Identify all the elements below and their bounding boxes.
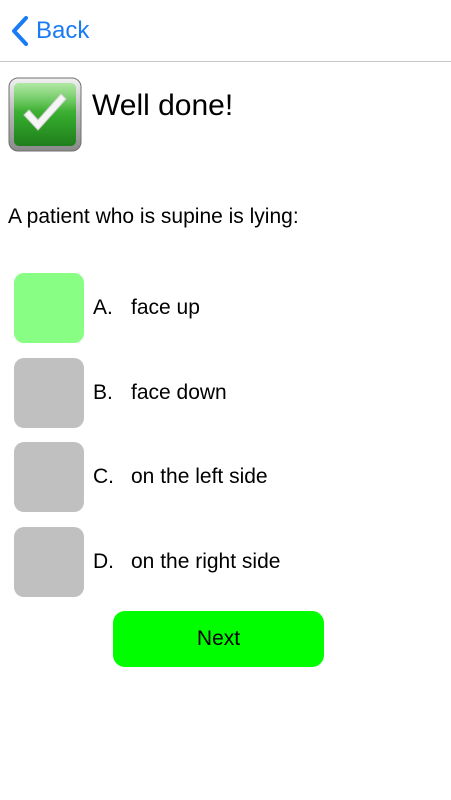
- option-d[interactable]: D. on the right side: [14, 527, 434, 597]
- option-a-letter: A.: [93, 296, 113, 319]
- question-text: A patient who is supine is lying:: [8, 205, 299, 228]
- option-b-selector[interactable]: [14, 358, 84, 428]
- option-b-letter: B.: [93, 381, 113, 404]
- option-a-selector[interactable]: [14, 273, 84, 343]
- option-d-selector[interactable]: [14, 527, 84, 597]
- option-c[interactable]: C. on the left side: [14, 442, 434, 512]
- option-d-text: on the right side: [131, 550, 281, 573]
- result-title: Well done!: [92, 89, 234, 122]
- option-c-text: on the left side: [131, 465, 268, 488]
- checkmark-icon: [8, 77, 82, 152]
- option-b[interactable]: B. face down: [14, 358, 434, 428]
- option-d-letter: D.: [93, 550, 114, 573]
- option-c-letter: C.: [93, 465, 114, 488]
- back-label: Back: [36, 17, 90, 44]
- back-button[interactable]: Back: [10, 14, 89, 48]
- navigation-bar: Back: [0, 0, 451, 62]
- option-c-selector[interactable]: [14, 442, 84, 512]
- option-b-text: face down: [131, 381, 227, 404]
- chevron-left-icon: [12, 16, 28, 46]
- next-button[interactable]: Next: [113, 611, 324, 667]
- option-a[interactable]: A. face up: [14, 273, 434, 343]
- option-a-text: face up: [131, 296, 200, 319]
